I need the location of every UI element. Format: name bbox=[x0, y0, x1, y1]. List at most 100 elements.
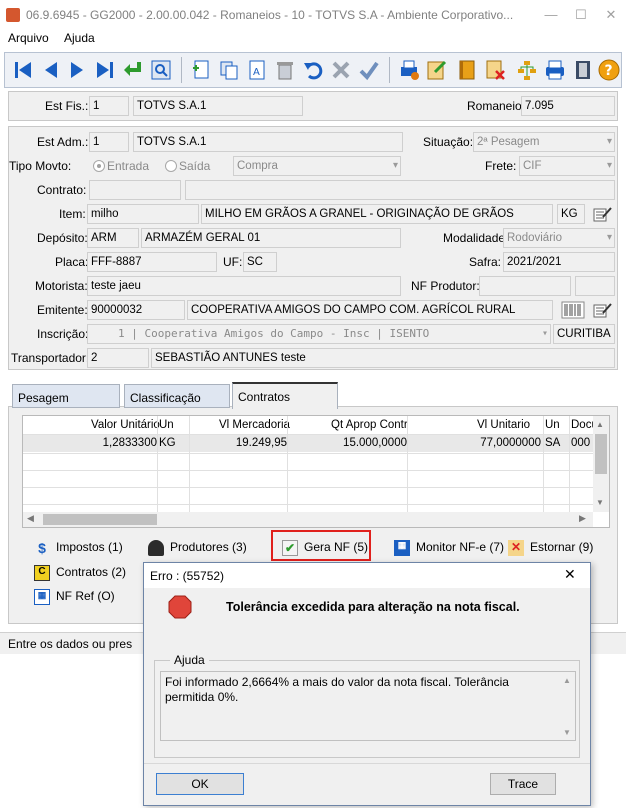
report-icon[interactable] bbox=[425, 58, 449, 82]
contrato-code-field[interactable] bbox=[89, 180, 181, 200]
situacao-value: 2ª Pesagem bbox=[477, 136, 540, 148]
next-record-icon[interactable] bbox=[65, 58, 89, 82]
tab-classificacao[interactable]: Classificação bbox=[124, 384, 230, 408]
impostos-button[interactable]: $ Impostos (1) bbox=[34, 540, 123, 556]
frete-value: CIF bbox=[523, 160, 542, 172]
inscricao-select[interactable]: 1 | Cooperativa Amigos do Campo - Insc |… bbox=[87, 324, 551, 344]
tipo-value: Compra bbox=[237, 160, 278, 172]
close-window-button[interactable]: ✕ bbox=[596, 4, 626, 26]
dialog-title-bar: Erro : (55752) ✕ bbox=[144, 563, 590, 588]
stop-icon bbox=[168, 595, 192, 619]
produtores-button[interactable]: Produtores (3) bbox=[148, 540, 247, 556]
previous-record-icon[interactable] bbox=[39, 58, 63, 82]
scroll-h-thumb[interactable] bbox=[43, 514, 157, 525]
remove-doc-icon[interactable] bbox=[483, 58, 507, 82]
delete-icon[interactable] bbox=[273, 58, 297, 82]
frete-select[interactable]: CIF ▾ bbox=[519, 156, 615, 176]
first-record-icon[interactable] bbox=[11, 58, 35, 82]
book-icon[interactable] bbox=[455, 58, 479, 82]
nf-produtor-serie-field[interactable] bbox=[575, 276, 615, 296]
confirm-icon[interactable] bbox=[357, 58, 381, 82]
contracts-grid: Valor Unitário Un Vl Mercadoria Qt Aprop… bbox=[22, 415, 610, 528]
romaneio-field[interactable]: 7.095 bbox=[521, 96, 615, 116]
col-header-docu[interactable]: Docu bbox=[571, 416, 593, 434]
edit-icon[interactable]: A bbox=[245, 58, 269, 82]
check-doc-icon: ✔ bbox=[282, 540, 298, 556]
deposito-code-field[interactable]: ARM bbox=[87, 228, 139, 248]
motorista-field[interactable]: teste jaeu bbox=[87, 276, 401, 296]
scroll-right-icon[interactable]: ▶ bbox=[579, 513, 586, 524]
col-header-valor-unitario[interactable]: Valor Unitário bbox=[91, 416, 160, 434]
vertical-scrollbar[interactable]: ▲ ▼ bbox=[593, 416, 609, 512]
cancel-icon[interactable] bbox=[329, 58, 353, 82]
tipo-select[interactable]: Compra ▾ bbox=[233, 156, 401, 176]
print-icon[interactable] bbox=[543, 58, 567, 82]
entrada-radio[interactable] bbox=[93, 160, 105, 172]
maximize-button[interactable]: ☐ bbox=[566, 4, 596, 26]
tree-icon[interactable] bbox=[515, 58, 539, 82]
contratos-button[interactable]: C Contratos (2) bbox=[34, 565, 126, 581]
scroll-up-icon[interactable]: ▲ bbox=[596, 420, 604, 429]
window-title: 06.9.6945 - GG2000 - 2.00.00.042 - Roman… bbox=[26, 8, 514, 22]
chevron-down-icon: ▾ bbox=[541, 328, 548, 339]
col-header-vl-unitario[interactable]: Vl Unitario bbox=[477, 416, 530, 434]
transportador-code-field[interactable]: 2 bbox=[87, 348, 149, 368]
menu-ajuda[interactable]: Ajuda bbox=[64, 31, 95, 45]
item-code-field[interactable]: milho bbox=[87, 204, 199, 224]
copy-icon[interactable] bbox=[217, 58, 241, 82]
add-icon[interactable] bbox=[189, 58, 213, 82]
gera-nf-button[interactable]: ✔ Gera NF (5) bbox=[282, 540, 368, 556]
print-setup-icon[interactable] bbox=[397, 58, 421, 82]
col-header-un-2[interactable]: Un bbox=[545, 416, 560, 434]
table-row[interactable]: 1,2833300 KG 19.249,95 15.000,0000 77,00… bbox=[23, 435, 593, 452]
col-header-un[interactable]: Un bbox=[159, 416, 174, 434]
emitente-lookup-icon[interactable] bbox=[593, 301, 613, 319]
exit-icon[interactable] bbox=[571, 58, 595, 82]
undo-icon[interactable] bbox=[301, 58, 325, 82]
uf-field[interactable]: SC bbox=[243, 252, 277, 272]
col-header-qt-aprop-contr[interactable]: Qt Aprop Contr bbox=[331, 416, 408, 434]
tab-pesagem[interactable]: Pesagem bbox=[12, 384, 120, 408]
nf-produtor-field[interactable] bbox=[479, 276, 571, 296]
ok-button[interactable]: OK bbox=[156, 773, 244, 795]
tab-contratos[interactable]: Contratos bbox=[232, 382, 338, 409]
chevron-down-icon: ▾ bbox=[606, 136, 612, 147]
menu-arquivo[interactable]: Arquivo bbox=[8, 31, 49, 45]
horizontal-scrollbar[interactable]: ◀ ▶ bbox=[23, 512, 593, 527]
est-fis-code-field[interactable]: 1 bbox=[89, 96, 129, 116]
transportador-label: Transportador: bbox=[11, 351, 90, 365]
placa-field[interactable]: FFF-8887 bbox=[87, 252, 217, 272]
emitente-code-field[interactable]: 90000032 bbox=[87, 300, 185, 320]
help-icon[interactable]: ? bbox=[597, 58, 621, 82]
help-text-area[interactable]: Foi informado 2,6664% a mais do valor da… bbox=[160, 671, 576, 741]
scroll-down-icon[interactable]: ▼ bbox=[563, 728, 571, 737]
situacao-select[interactable]: 2ª Pesagem ▾ bbox=[473, 132, 615, 152]
goto-icon[interactable] bbox=[121, 58, 145, 82]
nf-ref-button[interactable]: ▦ NF Ref (O) bbox=[34, 589, 115, 605]
help-scrollbar[interactable]: ▲ ▼ bbox=[559, 672, 575, 740]
col-header-vl-mercadoria[interactable]: Vl Mercadoria bbox=[219, 416, 290, 434]
tipo-movto-label: Tipo Movto: bbox=[9, 159, 72, 173]
dialog-close-icon[interactable]: ✕ bbox=[564, 566, 576, 583]
est-adm-name-field: TOTVS S.A.1 bbox=[133, 132, 403, 152]
est-adm-code-field[interactable]: 1 bbox=[89, 132, 129, 152]
app-icon bbox=[6, 8, 20, 22]
minimize-button[interactable]: — bbox=[536, 4, 566, 26]
scroll-down-icon[interactable]: ▼ bbox=[596, 498, 604, 507]
contratos-label: Contratos (2) bbox=[56, 565, 127, 580]
monitor-nfe-button[interactable]: ▦ Monitor NF-e (7) bbox=[394, 540, 504, 556]
scroll-up-icon[interactable]: ▲ bbox=[563, 676, 571, 685]
last-record-icon[interactable] bbox=[93, 58, 117, 82]
estornar-button[interactable]: ✕ Estornar (9) bbox=[508, 540, 593, 556]
saida-radio[interactable] bbox=[165, 160, 177, 172]
barcode-icon[interactable] bbox=[561, 300, 585, 320]
safra-field[interactable]: 2021/2021 bbox=[503, 252, 615, 272]
trace-button[interactable]: Trace bbox=[490, 773, 556, 795]
item-lookup-icon[interactable] bbox=[593, 205, 613, 223]
search-icon[interactable] bbox=[149, 58, 173, 82]
impostos-label: Impostos (1) bbox=[56, 540, 123, 555]
scroll-left-icon[interactable]: ◀ bbox=[27, 513, 34, 524]
item-label: Item: bbox=[59, 207, 86, 221]
scroll-thumb[interactable] bbox=[595, 434, 607, 474]
modalidade-select[interactable]: Rodoviário ▾ bbox=[503, 228, 615, 248]
